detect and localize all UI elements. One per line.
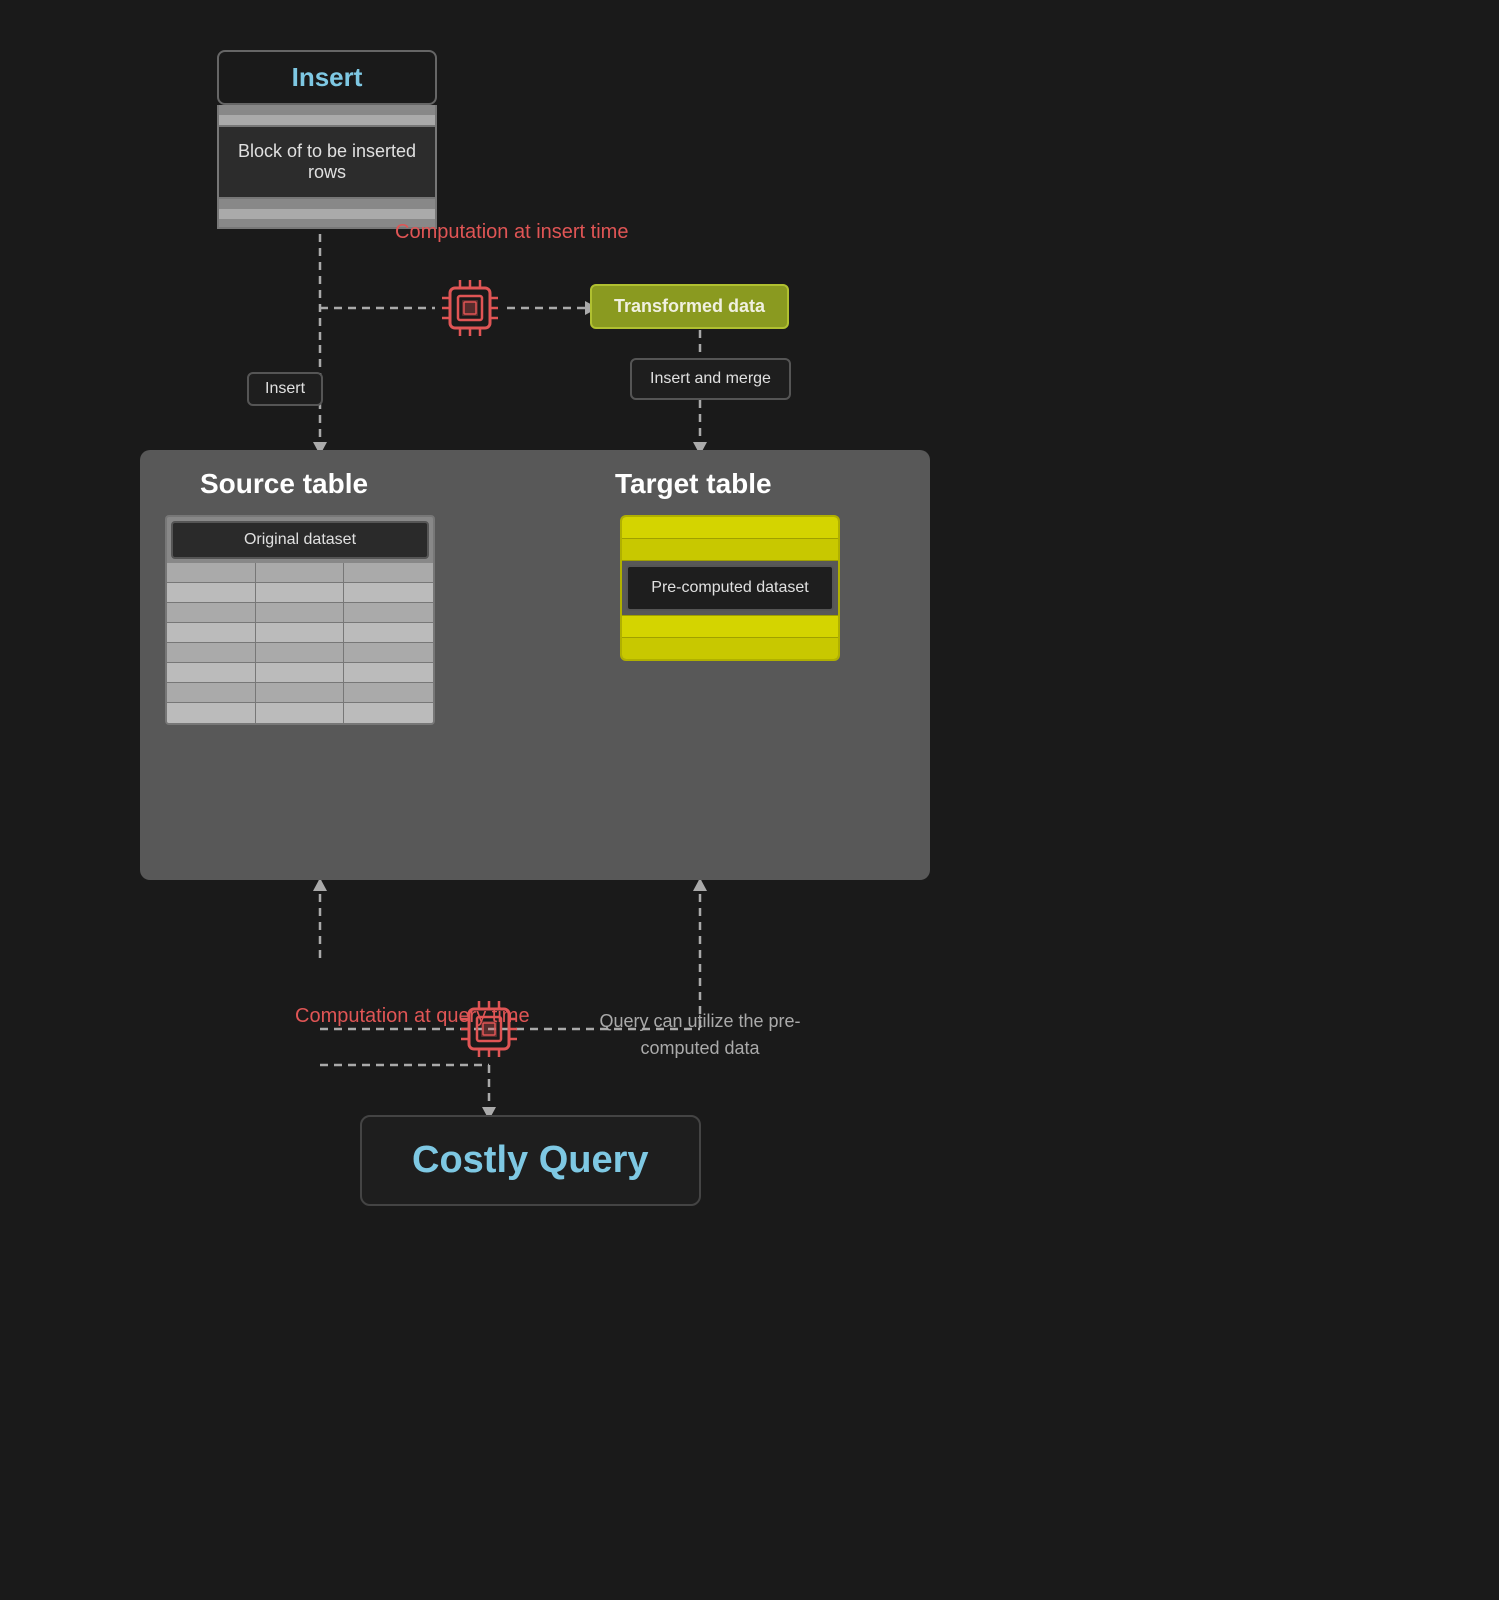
original-dataset-label: Original dataset xyxy=(171,521,429,559)
query-utilize-text: Query can utilize the pre-computed data xyxy=(590,1008,810,1062)
cpu-insert-icon xyxy=(434,272,506,349)
costly-query-box: Costly Query xyxy=(360,1115,701,1206)
transformed-data-box: Transformed data xyxy=(590,284,789,329)
pre-computed-label: Pre-computed dataset xyxy=(626,565,834,611)
computation-insert-label: Computation at insert time xyxy=(395,218,628,246)
insert-block-wrapper: Insert Block of to be inserted rows xyxy=(217,50,437,229)
insert-small-label: Insert xyxy=(247,372,323,406)
insert-merge-box: Insert and merge xyxy=(630,358,791,400)
block-rows-label: Block of to be inserted rows xyxy=(217,125,437,199)
target-table-label: Target table xyxy=(615,468,772,500)
insert-header: Insert xyxy=(217,50,437,105)
block-rows-block: Block of to be inserted rows xyxy=(217,105,437,229)
target-grid: Pre-computed dataset xyxy=(620,515,840,661)
source-table-label: Source table xyxy=(200,468,368,500)
cpu-query-icon xyxy=(453,993,525,1070)
source-grid: Original dataset xyxy=(165,515,435,725)
